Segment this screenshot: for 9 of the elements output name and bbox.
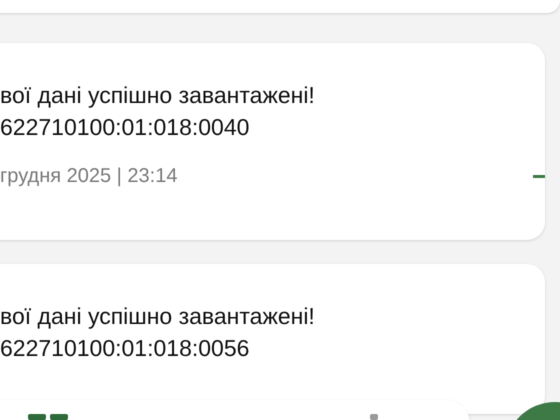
- cadastral-number: 622710100:01:018:0056: [0, 334, 250, 363]
- cadastral-number: 622710100:01:018:0040: [0, 113, 250, 142]
- notification-title: вої дані успішно завантажені!: [0, 81, 316, 110]
- notification-title: вої дані успішно завантажені!: [0, 302, 316, 331]
- notification-card[interactable]: вої дані успішно завантажені! 622710100:01:018:0040 грудня 2025 | 23:14: [0, 43, 545, 240]
- tab-icon: [370, 414, 378, 420]
- dash-icon: [533, 174, 545, 178]
- notification-date: грудня 2025 | 23:14: [0, 164, 178, 189]
- notification-card[interactable]: вої дані успішно завантажені! 622710100:01:018:0056: [0, 264, 545, 414]
